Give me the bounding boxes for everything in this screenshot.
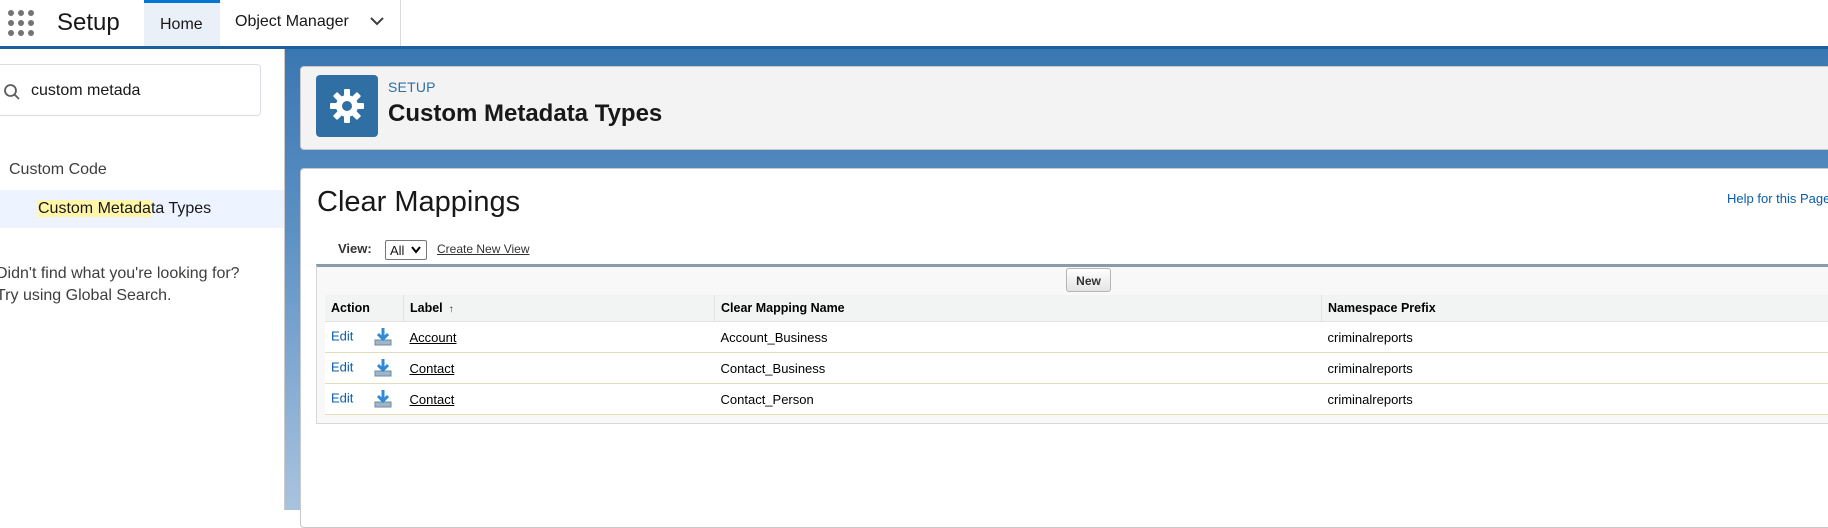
tab-home[interactable]: Home xyxy=(144,0,220,46)
records-table: Action Label ↑ Clear Mapping Name Namespa… xyxy=(325,295,1828,415)
namespace-cell: criminalreports xyxy=(1322,322,1828,353)
page-eyebrow: SETUP xyxy=(388,79,436,95)
app-title: Setup xyxy=(57,9,120,37)
create-new-view-link[interactable]: Create New View xyxy=(437,242,529,256)
column-header-name[interactable]: Clear Mapping Name xyxy=(715,295,1322,322)
chevron-down-icon xyxy=(411,246,421,254)
chevron-down-icon[interactable] xyxy=(368,12,386,30)
list-title: Clear Mappings xyxy=(317,186,520,219)
download-icon[interactable] xyxy=(373,389,393,409)
app-launcher-icon[interactable] xyxy=(6,8,36,38)
table-row: Edit Account Account_Business criminalre… xyxy=(325,322,1828,353)
name-cell: Account_Business xyxy=(715,322,1322,353)
not-found-line-2: Try using Global Search. xyxy=(0,285,286,307)
download-icon[interactable] xyxy=(373,358,393,378)
help-for-page-link[interactable]: Help for this Page xyxy=(1727,191,1828,206)
tab-object-manager-label: Object Manager xyxy=(235,13,349,31)
search-icon xyxy=(3,83,21,101)
table-row: Edit Contact Contact_Business criminalre… xyxy=(325,353,1828,384)
column-header-namespace[interactable]: Namespace Prefix xyxy=(1322,295,1828,322)
record-label-link[interactable]: Contact xyxy=(410,361,455,376)
view-label: View: xyxy=(338,241,372,256)
setup-sidebar: Custom Code Custom Metadata Types Didn't… xyxy=(0,49,285,510)
global-header: Setup Home Object Manager xyxy=(0,0,1828,46)
label-cell: Contact xyxy=(404,384,715,415)
record-label-link[interactable]: Account xyxy=(410,330,457,345)
action-cell: Edit xyxy=(325,384,404,415)
edit-link[interactable]: Edit xyxy=(331,328,353,343)
table-header-row: Action Label ↑ Clear Mapping Name Namespa… xyxy=(325,295,1828,322)
sidebar-item-label-rest: ta Types xyxy=(151,200,211,217)
sidebar-item-custom-metadata-types[interactable]: Custom Metadata Types xyxy=(0,190,284,228)
new-button[interactable]: New xyxy=(1066,268,1111,292)
table-row: Edit Contact Contact_Person criminalrepo… xyxy=(325,384,1828,415)
namespace-cell: criminalreports xyxy=(1322,384,1828,415)
quick-find-box[interactable] xyxy=(0,64,261,116)
sidebar-item-label: Custom Metadata Types xyxy=(38,200,211,218)
not-found-line-1: Didn't find what you're looking for? xyxy=(0,263,286,285)
action-cell: Edit xyxy=(325,322,404,353)
search-highlight: Custom Metada xyxy=(38,200,151,217)
label-cell: Contact xyxy=(404,353,715,384)
namespace-cell: criminalreports xyxy=(1322,353,1828,384)
view-select-value: All xyxy=(390,243,404,258)
column-header-label-text: Label xyxy=(410,301,443,315)
edit-link[interactable]: Edit xyxy=(331,359,353,374)
column-header-label[interactable]: Label ↑ xyxy=(404,295,715,322)
record-label-link[interactable]: Contact xyxy=(410,392,455,407)
view-select[interactable]: All xyxy=(385,240,427,260)
new-button-label: New xyxy=(1067,274,1110,288)
action-cell: Edit xyxy=(325,353,404,384)
column-header-action: Action xyxy=(325,295,404,322)
sidebar-group-custom-code[interactable]: Custom Code xyxy=(9,161,107,179)
name-cell: Contact_Person xyxy=(715,384,1322,415)
edit-link[interactable]: Edit xyxy=(331,390,353,405)
tab-home-label: Home xyxy=(160,16,203,34)
quick-find-input[interactable] xyxy=(29,77,253,105)
setup-tile xyxy=(316,75,378,137)
gear-icon xyxy=(327,86,367,126)
sort-ascending-icon[interactable]: ↑ xyxy=(449,304,454,315)
page-title: Custom Metadata Types xyxy=(388,100,662,128)
name-cell: Contact_Business xyxy=(715,353,1322,384)
tab-object-manager[interactable]: Object Manager xyxy=(220,0,401,46)
not-found-message: Didn't find what you're looking for? Try… xyxy=(0,263,286,307)
label-cell: Account xyxy=(404,322,715,353)
download-icon[interactable] xyxy=(373,327,393,347)
